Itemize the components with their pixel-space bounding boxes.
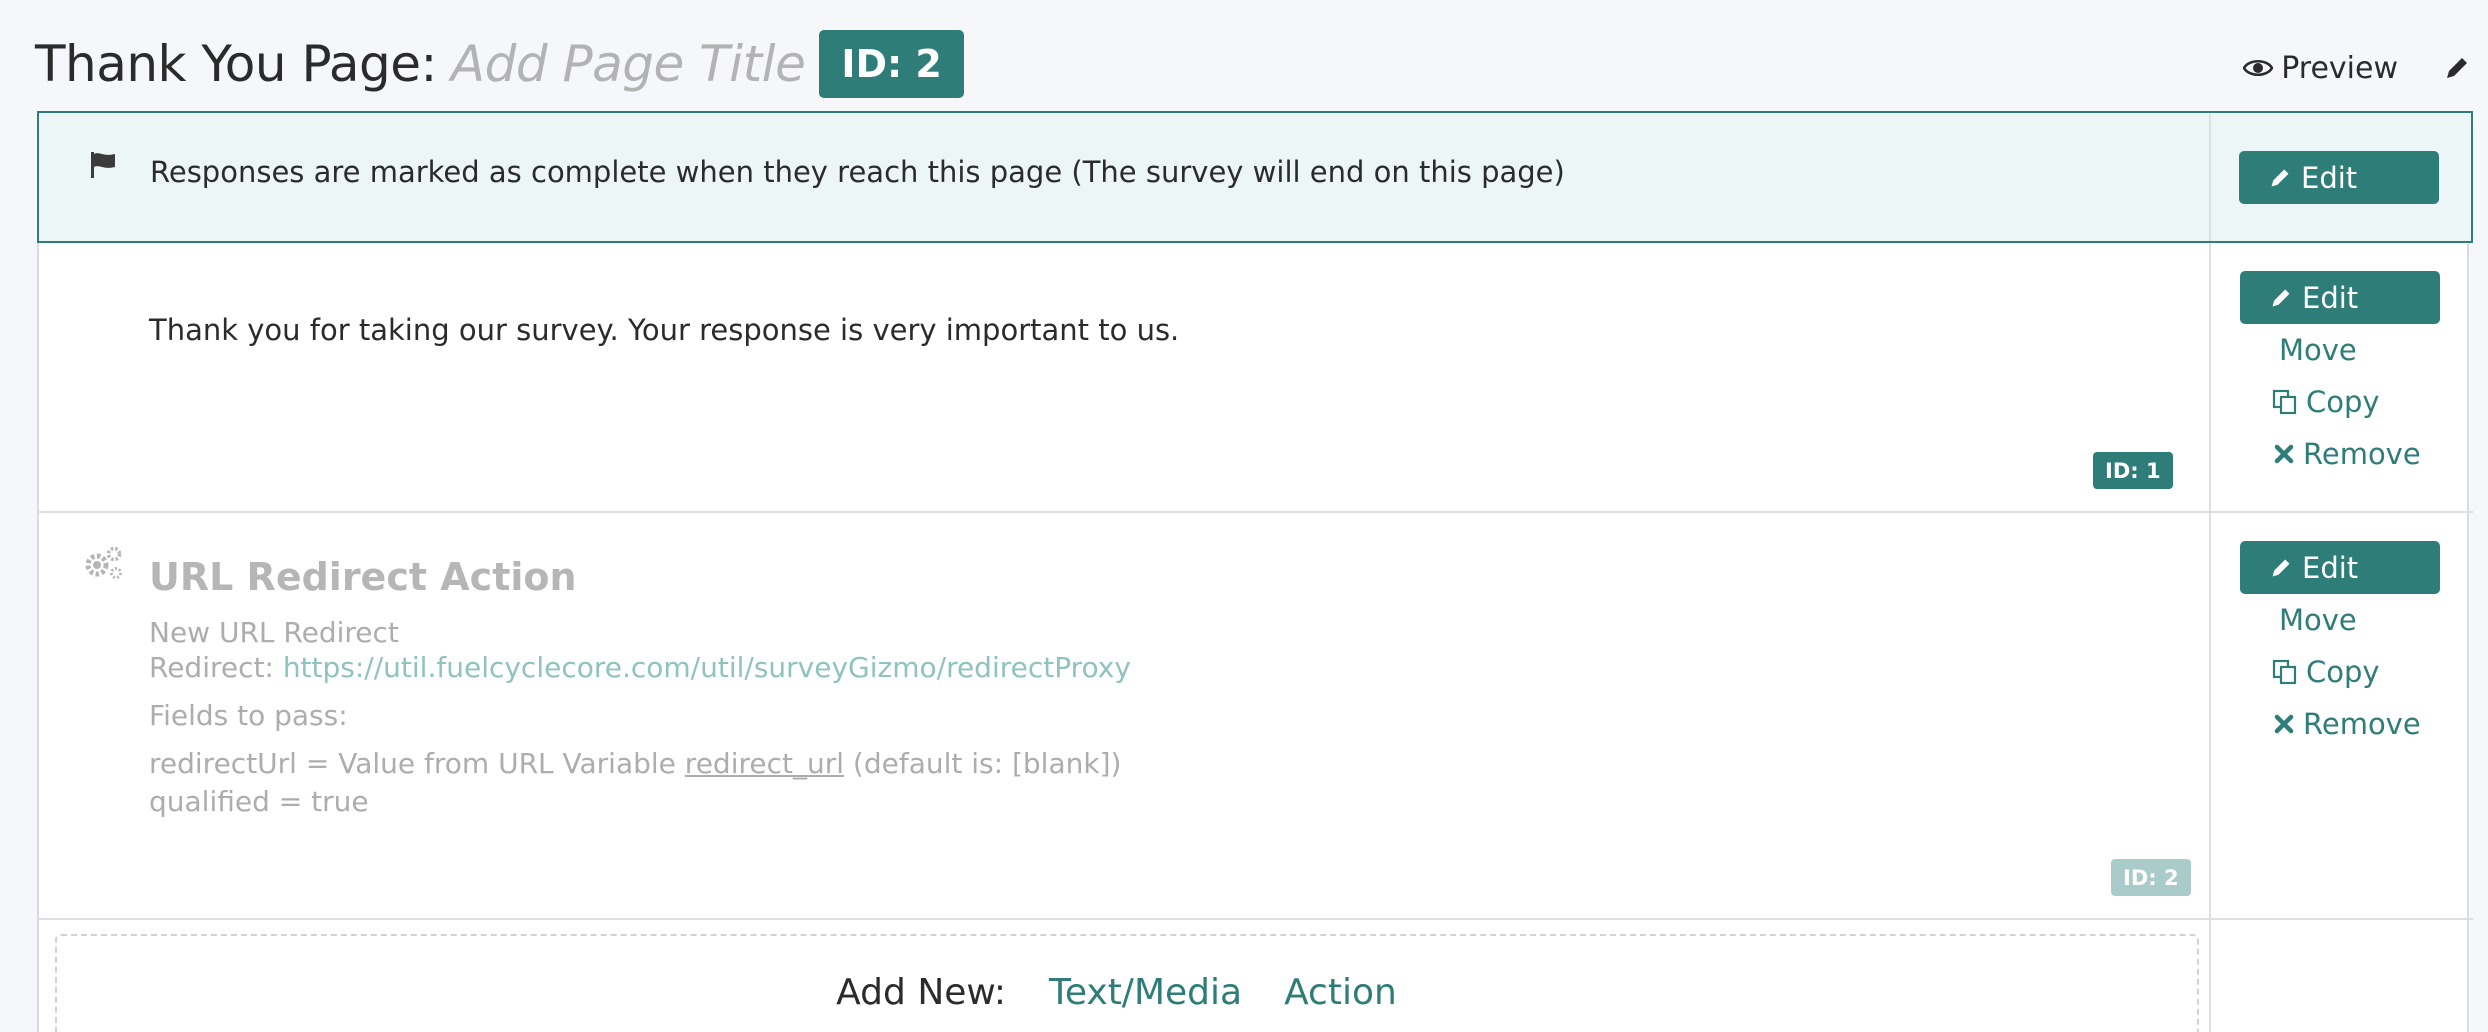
pencil-icon: [2272, 559, 2290, 576]
item-id-badge: ID: 2: [2111, 859, 2191, 896]
edit-label: Edit: [2302, 280, 2359, 315]
thank-you-text: Thank you for taking our survey. Your re…: [149, 313, 1180, 347]
copy-icon: [2272, 659, 2297, 685]
preview-button[interactable]: Preview: [2243, 51, 2398, 86]
pencil-icon: [2271, 169, 2289, 186]
text-item-remove-link[interactable]: Remove: [2273, 437, 2421, 471]
edit-page-button[interactable]: [2444, 55, 2470, 81]
completion-notice: Responses are marked as complete when th…: [37, 111, 2473, 243]
field-qualified: qualified = true: [149, 785, 369, 818]
column-divider: [2209, 243, 2211, 1032]
move-label: Move: [2279, 333, 2357, 367]
field-prefix: redirectUrl = Value from URL Variable: [149, 747, 676, 780]
close-icon: [2274, 714, 2294, 734]
action-item-edit-button[interactable]: Edit: [2240, 541, 2440, 594]
preview-label: Preview: [2281, 50, 2398, 86]
remove-label: Remove: [2303, 707, 2421, 741]
copy-label: Copy: [2306, 655, 2380, 689]
copy-label: Copy: [2306, 385, 2380, 419]
edit-label: Edit: [2302, 550, 2359, 585]
page-id-badge: ID: 2: [819, 30, 964, 98]
copy-icon: [2272, 389, 2297, 415]
page-title-input[interactable]: Add Page Title: [451, 35, 806, 93]
url-variable-link[interactable]: redirect_url: [685, 747, 844, 780]
completion-edit-button[interactable]: Edit: [2239, 151, 2439, 204]
redirect-line: Redirect: https://util.fuelcyclecore.com…: [149, 651, 1131, 684]
redirect-label: Redirect:: [149, 651, 274, 684]
edit-label: Edit: [2301, 160, 2358, 195]
survey-page-body: Responses are marked as complete when th…: [37, 111, 2473, 1032]
close-icon: [2274, 444, 2294, 464]
item-id-badge: ID: 1: [2093, 452, 2173, 489]
field-redirect-url: redirectUrl = Value from URL Variable re…: [149, 747, 1121, 780]
action-item-remove-link[interactable]: Remove: [2273, 707, 2421, 741]
move-label: Move: [2279, 603, 2357, 637]
flag-icon: [91, 152, 115, 178]
field-default: (default is: [blank]): [852, 747, 1122, 780]
page-header: Thank You Page: Add Page Title ID: 2: [35, 28, 964, 100]
row-divider: [37, 918, 2473, 920]
row-divider: [37, 511, 2473, 513]
action-title: URL Redirect Action: [149, 555, 577, 599]
action-item-copy-link[interactable]: Copy: [2272, 655, 2380, 689]
header-actions: Preview: [2243, 48, 2470, 88]
add-action-link[interactable]: Action: [1284, 972, 1397, 1013]
pencil-icon: [2447, 58, 2467, 78]
text-item-edit-button[interactable]: Edit: [2240, 271, 2440, 324]
add-new-bar: Add New: Text/Media Action: [57, 972, 2197, 1013]
gears-icon: [85, 546, 122, 579]
redirect-url-link[interactable]: https://util.fuelcyclecore.com/util/surv…: [283, 651, 1131, 684]
column-divider: [2209, 113, 2211, 241]
add-new-zone: Add New: Text/Media Action: [55, 934, 2199, 1032]
action-item-move-link[interactable]: Move: [2279, 603, 2357, 637]
remove-label: Remove: [2303, 437, 2421, 471]
text-item-copy-link[interactable]: Copy: [2272, 385, 2380, 419]
fields-label: Fields to pass:: [149, 699, 348, 732]
text-item-move-link[interactable]: Move: [2279, 333, 2357, 367]
action-name: New URL Redirect: [149, 616, 399, 649]
pencil-icon: [2272, 289, 2290, 306]
eye-icon: [2243, 59, 2274, 77]
completion-message: Responses are marked as complete when th…: [150, 155, 1565, 189]
add-new-label: Add New:: [836, 972, 1006, 1013]
page-title: Thank You Page:: [35, 35, 437, 93]
add-text-media-link[interactable]: Text/Media: [1049, 972, 1242, 1013]
